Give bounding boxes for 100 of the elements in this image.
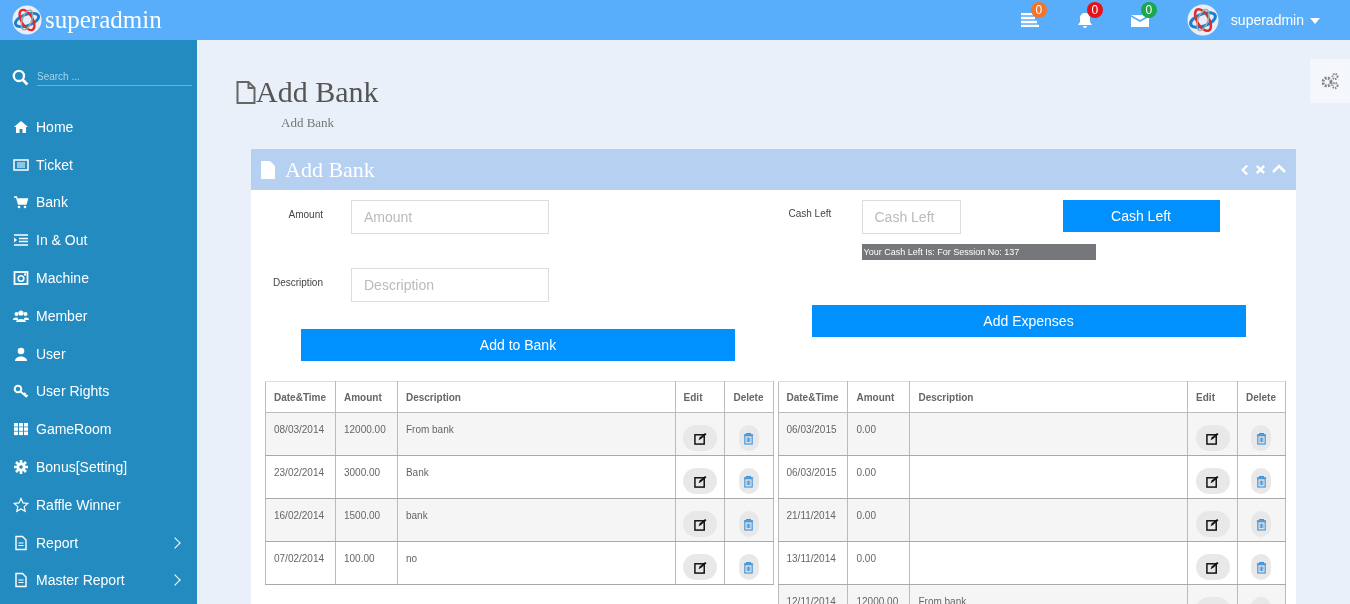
- table-cell: 21/11/2014: [778, 498, 848, 542]
- delete-button[interactable]: [1251, 511, 1272, 537]
- table-cell: 06/03/2015: [778, 455, 848, 499]
- edit-icon: [1206, 431, 1220, 445]
- edit-button[interactable]: [683, 468, 718, 494]
- column-header: Amount: [335, 381, 398, 413]
- sidebar-item[interactable]: Bank: [0, 183, 197, 222]
- table-cell: From bank: [397, 412, 676, 456]
- field-label: Amount: [287, 208, 323, 220]
- delete-button[interactable]: [739, 468, 759, 494]
- sidebar-item[interactable]: GameRoom: [0, 410, 197, 449]
- key-icon: [12, 383, 30, 400]
- table-cell: 1500.00: [335, 498, 398, 542]
- list-icon: [12, 156, 30, 173]
- column-header: Amount: [848, 381, 910, 413]
- table-cell: 06/03/2015: [778, 412, 848, 456]
- table-cell: 0.00: [848, 455, 910, 499]
- document-icon: [236, 79, 256, 105]
- column-header: Edit: [675, 381, 725, 413]
- tasks-icon[interactable]: [1020, 13, 1039, 27]
- cash-left-message: Your Cash Left Is: For Session No: 137: [861, 244, 1096, 260]
- count-badge: 0: [1086, 2, 1103, 18]
- sidebar-item[interactable]: Report: [0, 523, 197, 562]
- sidebar-item[interactable]: Machine: [0, 259, 197, 297]
- edit-button[interactable]: [683, 554, 718, 580]
- edit-icon: [693, 474, 707, 488]
- bell-icon[interactable]: [1076, 12, 1093, 28]
- sidebar-item[interactable]: Raffle Winner: [0, 485, 197, 524]
- edit-button[interactable]: [1195, 511, 1230, 537]
- user-menu[interactable]: superadmin: [1230, 12, 1320, 28]
- breadcrumb[interactable]: Add Bank: [281, 115, 335, 131]
- add-to-bank-button[interactable]: Add to Bank: [301, 329, 735, 361]
- delete-button[interactable]: [1251, 554, 1272, 580]
- delete-button[interactable]: [739, 554, 759, 580]
- delete-button[interactable]: [1251, 425, 1272, 451]
- sidebar-item[interactable]: User Rights: [0, 372, 197, 411]
- search-field[interactable]: Search ...: [37, 68, 192, 86]
- collapse-up-icon[interactable]: [1272, 163, 1286, 174]
- gear-icon: [12, 459, 30, 476]
- sidebar-item[interactable]: Member: [0, 297, 197, 335]
- table-cell: bank: [397, 498, 676, 542]
- table-cell: 12000.00: [335, 412, 398, 456]
- column-header: Edit: [1187, 381, 1238, 413]
- table-cell: 0.00: [848, 412, 910, 456]
- sidebar-item[interactable]: In & Out: [0, 221, 197, 260]
- trash-icon: [743, 560, 755, 574]
- column-header: Date&Time: [265, 381, 336, 413]
- table-cell: no: [397, 541, 676, 585]
- add-expenses-button[interactable]: Add Expenses: [811, 305, 1246, 337]
- edit-button[interactable]: [1195, 468, 1230, 494]
- delete-button[interactable]: [1251, 468, 1272, 494]
- search-icon: [12, 68, 29, 86]
- sidebar-item[interactable]: Ticket: [0, 145, 197, 184]
- trash-icon: [1256, 560, 1267, 574]
- edit-icon: [1206, 474, 1220, 488]
- table-cell: 0.00: [848, 498, 910, 542]
- edit-button[interactable]: [1195, 554, 1230, 580]
- amount-field[interactable]: Amount: [351, 200, 549, 234]
- avatar-icon: [1186, 4, 1219, 36]
- column-header: Description: [909, 381, 1188, 413]
- sidebar-item[interactable]: Bonus[Setting]: [0, 448, 197, 486]
- mail-icon[interactable]: [1130, 13, 1149, 27]
- indent-icon: [12, 232, 30, 249]
- table-cell: 100.00: [335, 541, 398, 585]
- trash-icon: [1256, 474, 1267, 488]
- cash-left-field[interactable]: Cash Left: [861, 200, 961, 234]
- settings-icon[interactable]: [1320, 72, 1340, 90]
- edit-button[interactable]: [683, 425, 718, 451]
- cash-left-button[interactable]: Cash Left: [1062, 200, 1220, 232]
- delete-button[interactable]: [739, 425, 759, 451]
- trash-icon: [743, 431, 755, 445]
- edit-icon: [693, 431, 707, 445]
- edit-icon: [1206, 560, 1220, 574]
- column-header: Description: [397, 381, 676, 413]
- collapse-left-icon[interactable]: [1240, 163, 1249, 176]
- sidebar-item[interactable]: Master Report: [0, 561, 197, 600]
- brand-name[interactable]: superadmin: [45, 6, 162, 34]
- user-icon: [12, 345, 30, 362]
- field-label: Cash Left: [788, 207, 833, 219]
- close-icon[interactable]: [1255, 163, 1266, 175]
- panel-title: Add Bank: [285, 156, 376, 183]
- delete-button[interactable]: [739, 511, 759, 537]
- table-cell: 07/02/2014: [265, 541, 336, 585]
- table-cell: 08/03/2014: [265, 412, 336, 456]
- description-field[interactable]: Description: [351, 268, 549, 302]
- sidebar-item[interactable]: Home: [0, 108, 197, 146]
- page-title: Add Bank: [256, 75, 379, 109]
- edit-button[interactable]: [1195, 425, 1230, 451]
- table-cell: Bank: [397, 455, 676, 499]
- column-header: Delete: [725, 381, 773, 413]
- sidebar-item[interactable]: User: [0, 334, 197, 373]
- camera-icon: [12, 270, 30, 287]
- trash-icon: [743, 474, 755, 488]
- edit-button[interactable]: [683, 511, 718, 537]
- trash-icon: [743, 517, 755, 531]
- table-cell: 16/02/2014: [265, 498, 336, 542]
- trash-icon: [1256, 517, 1267, 531]
- trash-icon: [1256, 431, 1267, 445]
- edit-icon: [693, 517, 707, 531]
- column-header: Delete: [1237, 381, 1286, 413]
